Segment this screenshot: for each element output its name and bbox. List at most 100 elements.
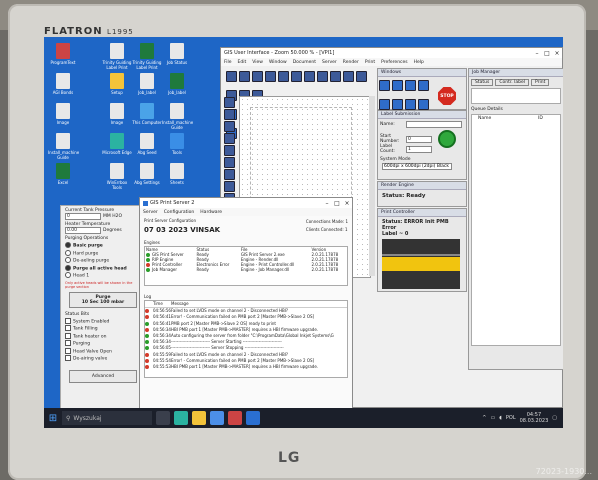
menu-item[interactable]: Print xyxy=(365,60,375,65)
toolbar-tool-icon[interactable] xyxy=(226,71,237,82)
menu-item[interactable]: Help xyxy=(414,60,424,65)
side-tool-icon[interactable] xyxy=(224,133,235,144)
label-count-input[interactable]: 1 xyxy=(406,145,432,153)
file-explorer-icon[interactable] xyxy=(192,411,206,425)
radio-icon[interactable] xyxy=(65,242,71,248)
edge-icon[interactable] xyxy=(174,411,188,425)
desktop-icon[interactable]: Trinity Guiding Label Print xyxy=(102,43,132,70)
maximize-icon[interactable]: □ xyxy=(542,50,552,57)
side-tool-icon[interactable] xyxy=(224,181,235,192)
clock[interactable]: 04:57 08.03.2023 xyxy=(520,412,549,424)
side-tool-icon[interactable] xyxy=(224,97,235,108)
checkbox-icon[interactable] xyxy=(65,347,71,354)
radio-icon[interactable] xyxy=(65,257,71,263)
system-mode-select[interactable]: 600dpi x 600dpi (2dpi) Black xyxy=(382,163,452,170)
gis-app-icon[interactable] xyxy=(228,411,242,425)
desktop-icon[interactable]: Abg Seed xyxy=(132,133,162,155)
side-tool-icon[interactable] xyxy=(224,157,235,168)
window-toggle-icon[interactable] xyxy=(379,99,390,110)
desktop-icon[interactable]: Install_machine Guide xyxy=(48,133,79,160)
job-manager-tab[interactable]: Contr. label xyxy=(495,79,530,86)
ps-close-icon[interactable]: × xyxy=(342,200,352,207)
close-icon[interactable]: × xyxy=(552,50,562,57)
desktop-icon[interactable]: AGl Bonds xyxy=(48,73,78,95)
desktop-icon[interactable]: Trinity Guiding Label Print xyxy=(132,43,162,70)
side-tool-icon[interactable] xyxy=(224,121,235,132)
desktop-icon[interactable]: Abg Settings xyxy=(132,163,162,185)
window-toggle-icon[interactable] xyxy=(405,99,416,110)
toolbar-tool-icon[interactable] xyxy=(304,71,315,82)
notifications-icon[interactable]: ▢ xyxy=(552,415,557,421)
menu-item[interactable]: Edit xyxy=(238,60,247,65)
window-toggle-icon[interactable] xyxy=(405,80,416,91)
job-manager-list[interactable] xyxy=(471,88,561,104)
app-icon[interactable] xyxy=(210,411,224,425)
name-input[interactable] xyxy=(406,121,462,128)
windows-start-icon[interactable]: ⊞ xyxy=(44,408,62,428)
minimize-icon[interactable]: – xyxy=(532,50,542,57)
desktop-icon[interactable]: Job Status xyxy=(162,43,192,65)
desktop-icon[interactable]: Image xyxy=(48,103,78,125)
engine-row[interactable]: Job Manager Ready Engine - Job Manager.dll… xyxy=(145,267,347,272)
toolbar-tool-icon[interactable] xyxy=(291,71,302,82)
purge-option[interactable]: De-aeling purge xyxy=(65,257,141,264)
window-toggle-icon[interactable] xyxy=(392,80,403,91)
ps-menu-item[interactable]: Hardware xyxy=(200,210,222,215)
desktop-icon[interactable]: Microsoft Edge xyxy=(102,133,132,155)
log-box[interactable]: Time Message 04:56:56 Failed to set LVDS mo… xyxy=(144,300,348,378)
toolbar-tool-icon[interactable] xyxy=(330,71,341,82)
window-toggle-icon[interactable] xyxy=(379,80,390,91)
advanced-button[interactable]: Advanced xyxy=(69,369,137,383)
desktop-icon[interactable]: Tools xyxy=(162,133,192,155)
menu-item[interactable]: View xyxy=(252,60,263,65)
menu-item[interactable]: File xyxy=(224,60,232,65)
purge-option[interactable]: Basic purge xyxy=(65,242,141,249)
job-manager-tab[interactable]: Print xyxy=(531,79,550,86)
menu-item[interactable]: Render xyxy=(343,60,359,65)
desktop-icon[interactable]: WinErrbox Tools xyxy=(102,163,132,190)
print-server-app-icon-taskbar[interactable] xyxy=(246,411,260,425)
window-toggle-icon[interactable] xyxy=(392,99,403,110)
desktop-icon[interactable]: ProgramText xyxy=(48,43,78,65)
checkbox-icon[interactable] xyxy=(65,325,71,331)
tray-chevron-icon[interactable]: ^ xyxy=(482,415,486,421)
toolbar-tool-icon[interactable] xyxy=(239,71,250,82)
ps-menu-item[interactable]: Configuration xyxy=(164,210,195,215)
desktop-icon[interactable]: Image xyxy=(102,103,132,125)
volume-icon[interactable]: ◖ xyxy=(499,415,502,421)
checkbox-icon[interactable] xyxy=(65,317,71,324)
menu-item[interactable]: Preferences xyxy=(381,60,407,65)
desktop-icon[interactable]: Excel xyxy=(48,163,78,185)
desktop-icon[interactable]: Sheets xyxy=(162,163,192,185)
radio-icon[interactable] xyxy=(65,249,71,256)
toolbar-tool-icon[interactable] xyxy=(317,71,328,82)
checkbox-icon[interactable] xyxy=(65,340,71,346)
window-toggle-icon[interactable] xyxy=(418,80,429,91)
desktop-icon[interactable]: Job_label xyxy=(162,73,192,95)
window-toggle-icon[interactable] xyxy=(418,99,429,110)
checkbox-icon[interactable] xyxy=(65,332,71,339)
toolbar-tool-icon[interactable] xyxy=(343,71,354,82)
desktop-icon[interactable]: Job_label xyxy=(132,73,162,95)
taskbar-search[interactable]: ⚲ Wyszukaj xyxy=(62,411,152,425)
side-tool-icon[interactable] xyxy=(224,145,235,156)
toolbar-tool-icon[interactable] xyxy=(356,71,367,82)
language-indicator[interactable]: POL xyxy=(506,415,516,421)
stop-button[interactable]: STOP xyxy=(438,87,456,105)
checkbox-icon[interactable] xyxy=(65,355,71,361)
start-number-input[interactable]: 0 xyxy=(406,135,432,143)
job-manager-tab[interactable]: Status xyxy=(471,79,494,86)
radio-icon[interactable] xyxy=(65,272,71,278)
desktop-icon[interactable]: This Computer xyxy=(132,103,162,125)
queue-details-table[interactable]: Name ID xyxy=(471,114,561,346)
menu-item[interactable]: Document xyxy=(293,60,316,65)
menu-item[interactable]: Window xyxy=(269,60,287,65)
toolbar-tool-icon[interactable] xyxy=(265,71,276,82)
desktop-icon[interactable]: Setup xyxy=(102,73,132,95)
desktop-icon[interactable]: Install_machine Guide xyxy=(162,103,193,130)
side-tool-icon[interactable] xyxy=(224,169,235,180)
toolbar-tool-icon[interactable] xyxy=(278,71,289,82)
toolbar-tool-icon[interactable] xyxy=(252,71,263,82)
purge-option[interactable]: Hard purge xyxy=(65,249,141,256)
menu-item[interactable]: Server xyxy=(322,60,337,65)
